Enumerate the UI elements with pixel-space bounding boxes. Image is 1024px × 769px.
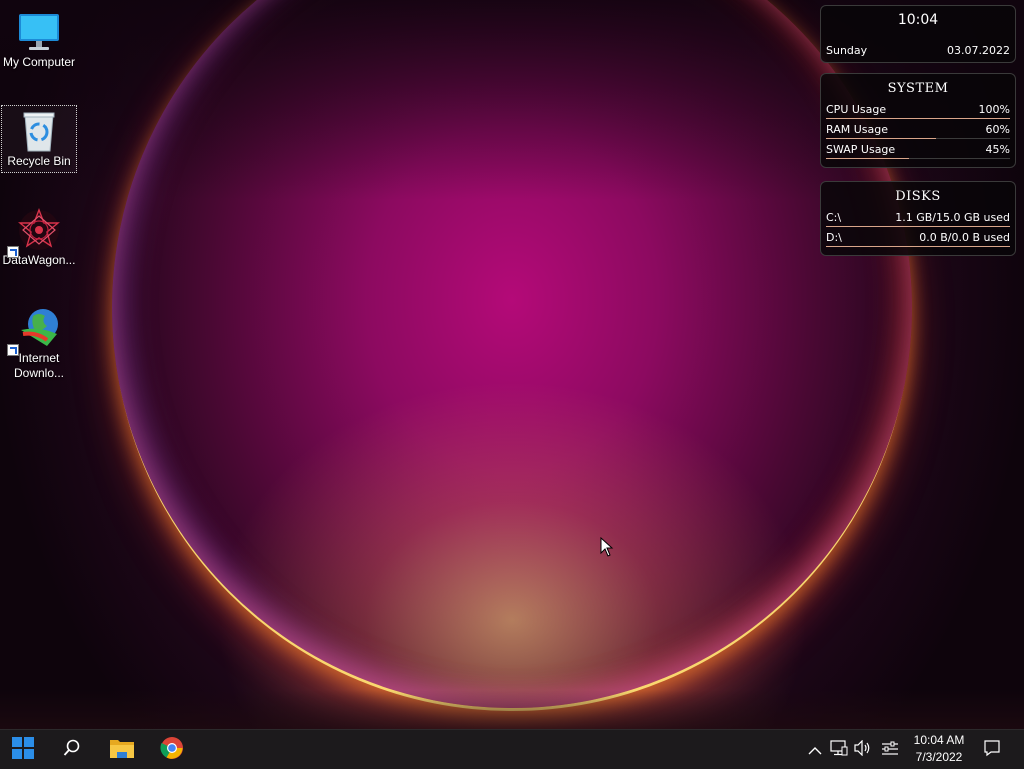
chrome-icon [160,736,184,764]
volume-tray-button[interactable] [853,739,873,760]
system-widget-value: 45% [985,143,1010,156]
file-explorer-icon [109,737,135,763]
system-widget-value: 100% [978,103,1010,116]
network-icon [830,740,848,760]
desktop-icon-label: My Computer [2,55,76,69]
wallpaper-shade-bottom [0,690,1024,730]
taskbar-clock-time: 10:04 AM [913,733,965,747]
recycle-bin-icon [17,109,61,153]
disks-widget-label: C:\ [826,211,842,224]
desktop-icon-label: Recycle Bin [7,154,71,168]
disks-widget-value: 1.1 GB/15.0 GB used [895,211,1010,224]
system-widget-label: SWAP Usage [826,143,896,156]
mouse-cursor-icon [600,536,614,557]
file-explorer-button[interactable] [102,730,142,769]
start-button[interactable] [3,730,43,769]
shortcut-arrow-icon [7,246,19,258]
clock-widget-day: Sunday [826,44,868,57]
disks-widget-label: D:\ [826,231,842,244]
system-widget-value: 60% [985,123,1010,136]
network-tray-button[interactable] [829,740,849,760]
taskbar-clock[interactable]: 10:04 AM 7/3/2022 [906,732,972,766]
volume-icon [854,739,872,760]
system-widget-row: SWAP Usage 45% [826,141,1010,161]
search-button[interactable] [52,730,92,769]
disks-widget-title: DISKS [895,189,941,204]
desktop-icon-my-computer[interactable]: My Computer [1,6,77,70]
disks-widget-value: 0.0 B/0.0 B used [919,231,1010,244]
disks-widget: DISKS C:\ 1.1 GB/15.0 GB used D:\ 0.0 B/0.0… [820,181,1016,256]
system-widget-title: SYSTEM [887,81,949,96]
idm-globe-icon [7,306,61,356]
taskbar: 10:04 AM 7/3/2022 [0,729,1024,769]
system-widget-row: RAM Usage 60% [826,121,1010,141]
chevron-up-icon [808,741,822,760]
desktop-icon-internet-download-manager[interactable]: Internet Downlo... [1,302,77,381]
show-hidden-icons-button[interactable] [805,740,825,760]
monitor-icon [17,10,61,54]
datawagon-logo-icon [7,208,61,258]
wallpaper-glow-circle [112,0,912,708]
system-widget: SYSTEM CPU Usage 100% RAM Usage 60% SWAP Usa… [820,73,1016,168]
clock-widget: 10:04 Sunday 03.07.2022 [820,5,1016,63]
notifications-button[interactable] [982,740,1002,760]
windows-start-icon [12,736,34,763]
system-widget-label: CPU Usage [826,103,887,116]
clock-widget-date: 03.07.2022 [947,44,1010,57]
desktop-icon-datawagon[interactable]: DataWagon... [1,204,77,268]
search-icon [63,739,81,761]
chrome-button[interactable] [152,730,192,769]
notification-icon [983,739,1001,761]
clock-widget-time: 10:04 [897,12,939,28]
shortcut-arrow-icon [7,344,19,356]
pen-settings-tray-button[interactable] [880,740,900,760]
taskbar-clock-date: 7/3/2022 [915,750,963,764]
disks-widget-row: C:\ 1.1 GB/15.0 GB used [826,209,1010,229]
disks-widget-row: D:\ 0.0 B/0.0 B used [826,229,1010,249]
system-widget-row: CPU Usage 100% [826,101,1010,121]
clock-widget-date-row: Sunday 03.07.2022 [826,42,1010,62]
pen-settings-icon [881,740,899,760]
desktop-icon-recycle-bin[interactable]: Recycle Bin [1,105,77,173]
system-widget-label: RAM Usage [826,123,888,136]
